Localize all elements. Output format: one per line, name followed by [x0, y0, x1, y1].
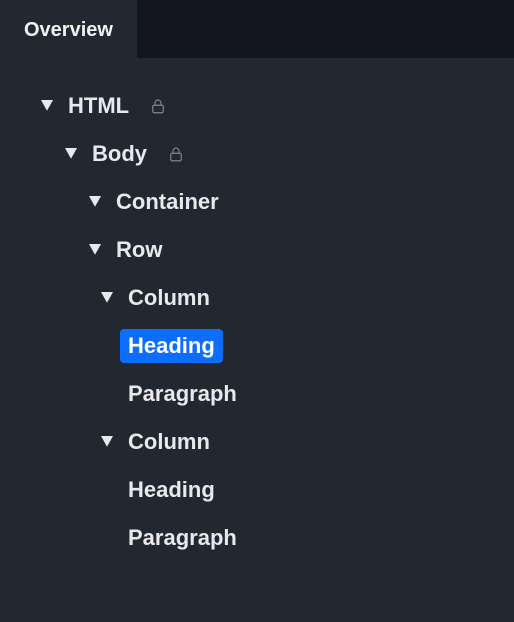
- tree-item-html[interactable]: HTML: [12, 82, 502, 130]
- tree-label: HTML: [60, 89, 137, 123]
- caret-down-icon[interactable]: [84, 191, 106, 213]
- tree-panel: HTML Body Container Row Column: [0, 58, 514, 574]
- tree-item-body[interactable]: Body: [12, 130, 502, 178]
- tree-item-heading[interactable]: Heading: [12, 322, 502, 370]
- tree-item-paragraph[interactable]: Paragraph: [12, 370, 502, 418]
- caret-down-icon[interactable]: [60, 143, 82, 165]
- caret-down-icon[interactable]: [96, 287, 118, 309]
- tree-label: Paragraph: [120, 521, 245, 555]
- tabbar: Overview: [0, 0, 514, 58]
- tree-item-paragraph[interactable]: Paragraph: [12, 514, 502, 562]
- tree-item-column[interactable]: Column: [12, 274, 502, 322]
- tree-label: Body: [84, 137, 155, 171]
- tree-label: Column: [120, 425, 218, 459]
- caret-down-icon[interactable]: [36, 95, 58, 117]
- tree-label: Column: [120, 281, 218, 315]
- tab-overview[interactable]: Overview: [0, 0, 137, 58]
- tree-label: Paragraph: [120, 377, 245, 411]
- tree-item-heading[interactable]: Heading: [12, 466, 502, 514]
- tree-item-row[interactable]: Row: [12, 226, 502, 274]
- caret-down-icon[interactable]: [96, 431, 118, 453]
- lock-icon: [149, 97, 167, 115]
- tree-label: Heading: [120, 329, 223, 363]
- tree-label: Row: [108, 233, 170, 267]
- tree-label: Heading: [120, 473, 223, 507]
- lock-icon: [167, 145, 185, 163]
- tree-label: Container: [108, 185, 227, 219]
- tree-item-column[interactable]: Column: [12, 418, 502, 466]
- tree-item-container[interactable]: Container: [12, 178, 502, 226]
- caret-down-icon[interactable]: [84, 239, 106, 261]
- tab-label: Overview: [24, 19, 113, 42]
